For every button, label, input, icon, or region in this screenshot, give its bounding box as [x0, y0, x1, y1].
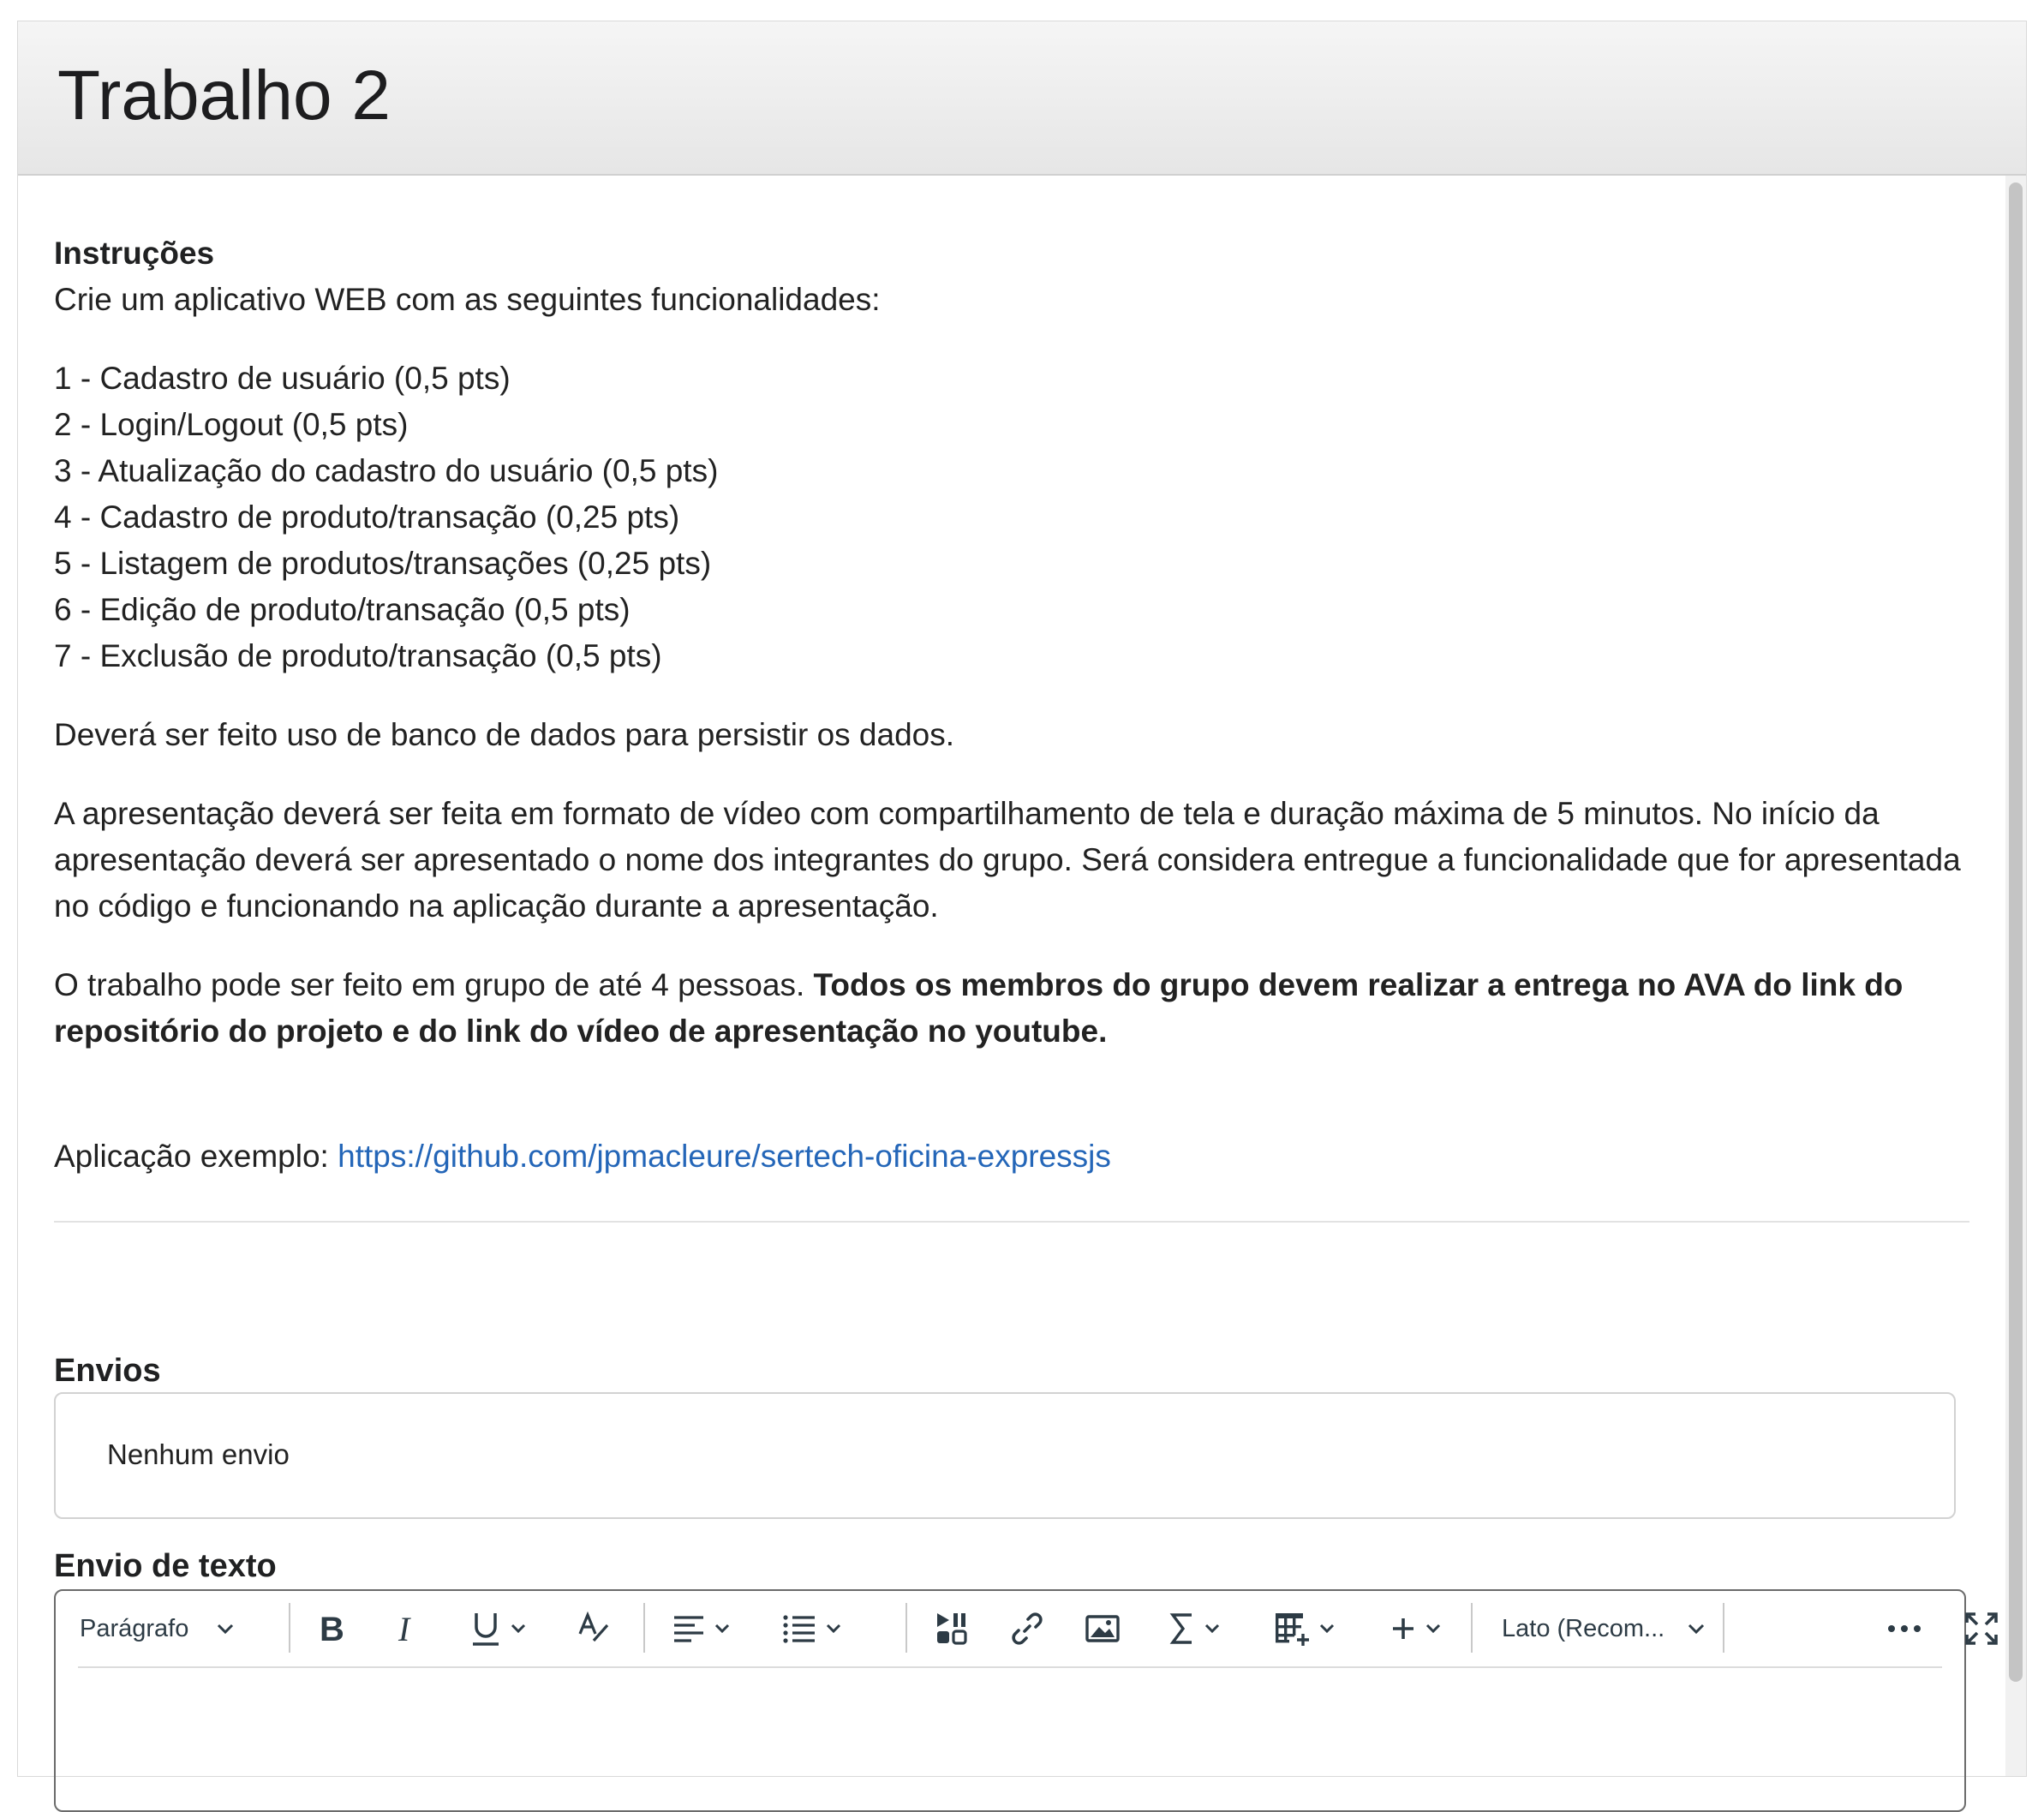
equation-button[interactable] — [1169, 1606, 1221, 1651]
group-note: O trabalho pode ser feito em grupo de at… — [54, 962, 1969, 1055]
font-family-label: Lato (Recom... — [1502, 1614, 1665, 1642]
editor-toolbar: Parágrafo B I Lato (Recom... — [78, 1591, 1998, 1668]
chevron-down-icon — [1688, 1624, 1705, 1635]
assignment-content: Instruções Crie um aplicativo WEB com as… — [54, 230, 1969, 1223]
rich-text-editor[interactable]: Parágrafo B I Lato (Recom... — [54, 1589, 1998, 1812]
page-header: Trabalho 2 — [18, 21, 2026, 176]
list-button[interactable] — [782, 1606, 842, 1651]
ellipsis-icon — [1888, 1625, 1921, 1632]
list-item: 1 - Cadastro de usuário (0,5 pts) — [54, 361, 511, 396]
underline-icon — [473, 1613, 499, 1646]
fullscreen-button[interactable] — [1964, 1606, 1999, 1651]
chevron-down-icon — [714, 1624, 730, 1634]
chevron-down-icon — [826, 1624, 841, 1634]
fullscreen-icon — [1965, 1612, 1998, 1645]
bold-icon: B — [320, 1612, 344, 1646]
example-label: Aplicação exemplo: — [54, 1139, 338, 1174]
toolbar-separator — [643, 1603, 645, 1653]
list-item: 5 - Listagem de produtos/transações (0,2… — [54, 546, 712, 581]
bold-button[interactable]: B — [318, 1606, 347, 1651]
media-icon — [937, 1613, 967, 1645]
page-title: Trabalho 2 — [57, 57, 391, 135]
image-button[interactable] — [1085, 1606, 1120, 1651]
chevron-down-icon — [1204, 1624, 1220, 1634]
list-item: 6 - Edição de produto/transação (0,5 pts… — [54, 592, 631, 627]
image-icon — [1085, 1615, 1120, 1642]
chevron-down-icon — [1425, 1624, 1441, 1634]
example-line: Aplicação exemplo: https://github.com/jp… — [54, 1133, 1969, 1180]
scrollbar-thumb[interactable] — [2009, 182, 2023, 1682]
list-item: 7 - Exclusão de produto/transação (0,5 p… — [54, 638, 662, 673]
instructions-intro: Crie um aplicativo WEB com as seguintes … — [54, 282, 881, 317]
text-color-icon — [578, 1612, 609, 1642]
chevron-down-icon — [511, 1624, 526, 1634]
font-family-dropdown[interactable]: Lato (Recom... — [1502, 1606, 1706, 1651]
plus-icon — [1393, 1618, 1413, 1639]
assignment-window: Trabalho 2 Instruções Crie um aplicativo… — [17, 21, 2027, 1812]
table-icon — [1276, 1613, 1309, 1646]
toolbar-separator — [289, 1603, 290, 1653]
submissions-box: Nenhum envio — [54, 1392, 1956, 1519]
toolbar-separator — [905, 1603, 907, 1653]
list-item: 3 - Atualização do cadastro do usuário (… — [54, 453, 719, 488]
chevron-down-icon — [218, 1624, 234, 1635]
toolbar-separator — [1471, 1603, 1473, 1653]
svg-text:I: I — [397, 1612, 411, 1646]
align-button[interactable] — [672, 1606, 731, 1651]
text-color-button[interactable] — [577, 1606, 611, 1651]
insert-more-button[interactable] — [1390, 1606, 1442, 1651]
italic-button[interactable]: I — [395, 1606, 421, 1651]
chevron-down-icon — [1319, 1624, 1335, 1634]
sigma-icon — [1169, 1613, 1192, 1644]
text-submission-heading: Envio de texto — [54, 1548, 277, 1584]
media-button[interactable] — [935, 1606, 969, 1651]
svg-text:B: B — [320, 1612, 344, 1646]
italic-icon: I — [397, 1612, 411, 1646]
list-item: 4 - Cadastro de produto/transação (0,25 … — [54, 499, 680, 535]
group-note-text: O trabalho pode ser feito em grupo de at… — [54, 967, 814, 1002]
presentation-note: A apresentação deverá ser feita em forma… — [54, 796, 1961, 924]
more-options-button[interactable] — [1887, 1606, 1921, 1651]
block-format-label: Parágrafo — [80, 1614, 189, 1642]
requirements-list: 1 - Cadastro de usuário (0,5 pts) 2 - Lo… — [54, 356, 1969, 679]
block-format-dropdown[interactable]: Parágrafo — [80, 1606, 235, 1651]
table-button[interactable] — [1274, 1606, 1336, 1651]
link-icon — [1012, 1612, 1043, 1645]
align-left-icon — [674, 1616, 703, 1642]
list-item: 2 - Login/Logout (0,5 pts) — [54, 407, 409, 442]
database-note: Deverá ser feito uso de banco de dados p… — [54, 717, 955, 752]
submissions-heading: Envios — [54, 1353, 161, 1389]
link-button[interactable] — [1010, 1606, 1044, 1651]
toolbar-separator — [1723, 1603, 1724, 1653]
instructions-heading: Instruções — [54, 236, 215, 271]
no-submissions-text: Nenhum envio — [107, 1438, 290, 1470]
bullet-list-icon — [783, 1615, 815, 1643]
content-divider — [54, 1221, 1969, 1223]
example-repo-link[interactable]: https://github.com/jpmacleure/sertech-of… — [338, 1139, 1111, 1174]
underline-button[interactable] — [470, 1606, 527, 1651]
